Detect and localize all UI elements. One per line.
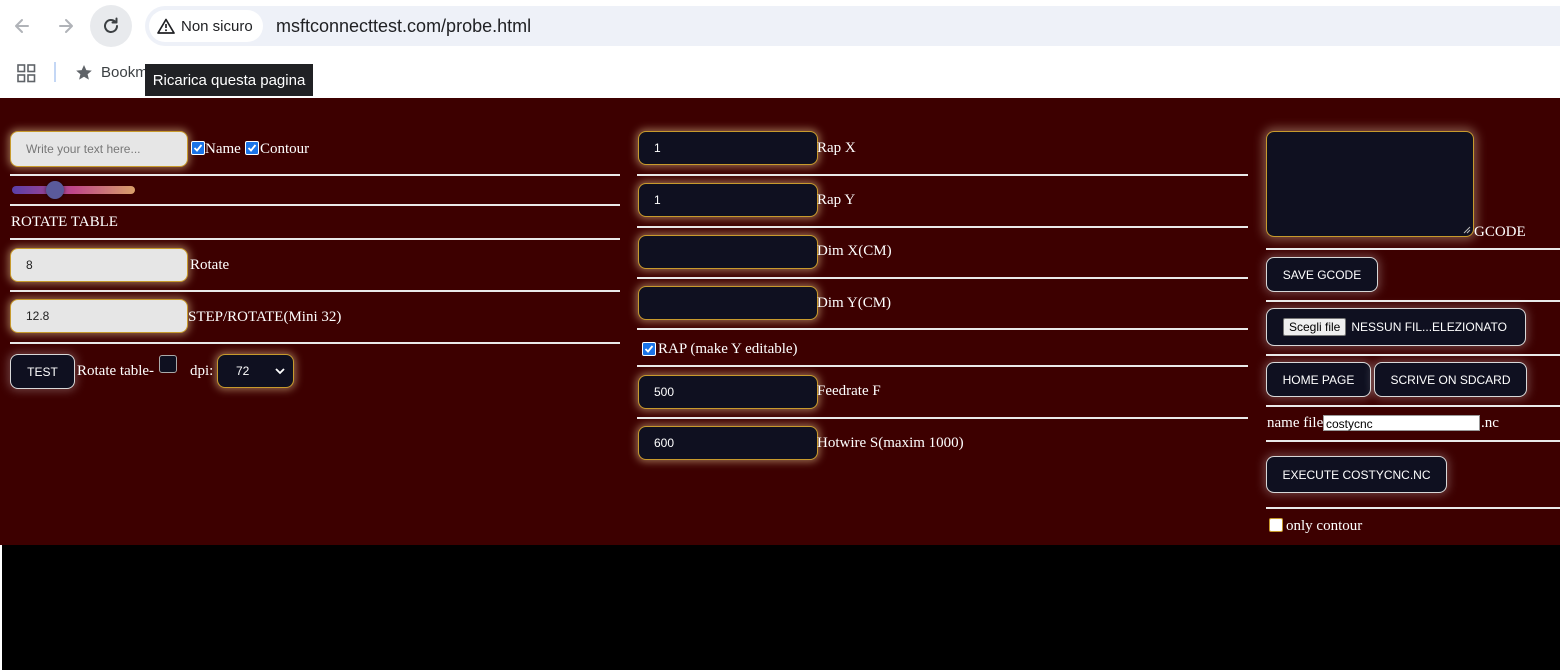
save-gcode-button[interactable]: SAVE GCODE <box>1266 257 1378 292</box>
dpi-label: dpi: <box>190 363 214 379</box>
check-icon <box>193 144 203 152</box>
only-contour-checkbox[interactable] <box>1269 518 1283 532</box>
arrow-right-icon <box>59 19 73 33</box>
divider <box>637 328 1248 330</box>
divider <box>1266 507 1560 509</box>
text-input[interactable]: Write your text here... <box>10 131 188 167</box>
dim-y-label: Dim Y(CM) <box>817 295 892 311</box>
reload-button[interactable] <box>90 5 132 47</box>
divider <box>637 417 1248 419</box>
sdcard-button[interactable]: SCRIVE ON SDCARD <box>1374 362 1527 397</box>
rotate-table-checkbox[interactable] <box>159 355 177 373</box>
star-icon <box>76 65 92 80</box>
check-icon <box>644 345 654 353</box>
name-file-value: costycnc <box>1326 417 1373 431</box>
address-bar[interactable]: Non sicuro msftconnecttest.com/probe.htm… <box>145 6 1560 46</box>
size-slider[interactable] <box>12 181 135 199</box>
divider <box>1266 300 1560 302</box>
hotwire-value: 600 <box>654 436 675 450</box>
home-page-button[interactable]: HOME PAGE <box>1266 362 1371 397</box>
text-input-placeholder: Write your text here... <box>26 142 141 156</box>
rap-y-label: Rap Y <box>817 192 856 208</box>
dpi-value: 72 <box>236 364 250 378</box>
execute-button[interactable]: EXECUTE COSTYCNC.NC <box>1266 456 1447 493</box>
divider <box>10 342 620 344</box>
divider <box>10 204 620 206</box>
forward-button[interactable] <box>48 8 84 44</box>
choose-file-button[interactable]: Scegli file <box>1283 318 1347 336</box>
slider-thumb[interactable] <box>46 181 64 199</box>
rap-y-input[interactable]: 1 <box>638 183 818 217</box>
step-value: 12.8 <box>26 309 50 323</box>
drawing-canvas[interactable] <box>2 545 1560 670</box>
gcode-label: GCODE <box>1474 224 1526 240</box>
browser-chrome: Non sicuro msftconnecttest.com/probe.htm… <box>0 0 1560 98</box>
security-chip[interactable]: Non sicuro <box>149 10 263 42</box>
rotate-input[interactable]: 8 <box>10 248 188 282</box>
rap-x-label: Rap X <box>817 140 856 156</box>
url-text: msftconnecttest.com/probe.html <box>276 16 532 36</box>
divider <box>1266 354 1560 356</box>
gcode-textarea[interactable] <box>1266 131 1474 237</box>
step-rotate-label: STEP/ROTATE(Mini 32) <box>188 309 342 325</box>
divider <box>637 226 1248 228</box>
divider <box>1266 405 1560 407</box>
chevron-down-icon <box>275 367 285 374</box>
rotate-label: Rotate <box>190 257 230 273</box>
name-file-ext: .nc <box>1481 415 1499 431</box>
feedrate-input[interactable]: 500 <box>638 375 818 409</box>
tooltip: Ricarica questa pagina <box>145 64 313 96</box>
hotwire-input[interactable]: 600 <box>638 426 818 460</box>
check-icon <box>247 144 257 152</box>
only-contour-label: only contour <box>1286 518 1363 534</box>
contour-label: Contour <box>260 141 310 157</box>
warning-icon <box>157 18 175 34</box>
resize-handle-icon[interactable] <box>1463 226 1471 234</box>
divider <box>637 277 1248 279</box>
rap-x-input[interactable]: 1 <box>638 131 818 165</box>
bookmark-label[interactable]: Bookm <box>101 64 148 81</box>
rap-checkbox[interactable] <box>642 342 656 356</box>
dim-y-input[interactable] <box>638 286 818 320</box>
test-button[interactable]: TEST <box>10 354 75 389</box>
rap-x-value: 1 <box>654 141 661 155</box>
rap-checkbox-label: RAP (make Y editable) <box>658 341 798 357</box>
feedrate-label: Feedrate F <box>817 383 881 399</box>
divider <box>637 365 1248 367</box>
rap-y-value: 1 <box>654 193 661 207</box>
name-file-input[interactable]: costycnc <box>1323 415 1480 431</box>
arrow-left-icon <box>15 19 29 33</box>
rotate-value: 8 <box>26 258 33 272</box>
page-content: Write your text here... Name Contour ROT… <box>0 98 1560 545</box>
divider <box>1266 248 1560 250</box>
divider <box>54 62 56 82</box>
back-button[interactable] <box>4 8 40 44</box>
dim-x-input[interactable] <box>638 235 818 269</box>
no-file-text: NESSUN FIL...ELEZIONATO <box>1351 320 1507 334</box>
divider <box>10 290 620 292</box>
dpi-select[interactable]: 72 <box>217 354 294 388</box>
name-label: Name <box>205 141 241 157</box>
divider <box>637 174 1248 176</box>
reload-icon <box>104 17 118 33</box>
file-input[interactable]: Scegli file NESSUN FIL...ELEZIONATO <box>1266 308 1526 346</box>
name-file-label: name file <box>1267 415 1324 431</box>
security-label: Non sicuro <box>181 17 253 35</box>
hotwire-label: Hotwire S(maxim 1000) <box>817 435 964 451</box>
dim-x-label: Dim X(CM) <box>817 243 892 259</box>
divider <box>10 238 620 240</box>
contour-checkbox[interactable] <box>245 141 259 155</box>
rotate-table-heading: ROTATE TABLE <box>11 214 118 230</box>
step-rotate-input[interactable]: 12.8 <box>10 299 188 333</box>
divider <box>1266 440 1560 442</box>
divider <box>10 174 620 176</box>
feedrate-value: 500 <box>654 385 675 399</box>
apps-grid-icon[interactable] <box>17 64 36 83</box>
name-checkbox[interactable] <box>191 141 205 155</box>
rotate-table-label: Rotate table- <box>77 363 155 379</box>
